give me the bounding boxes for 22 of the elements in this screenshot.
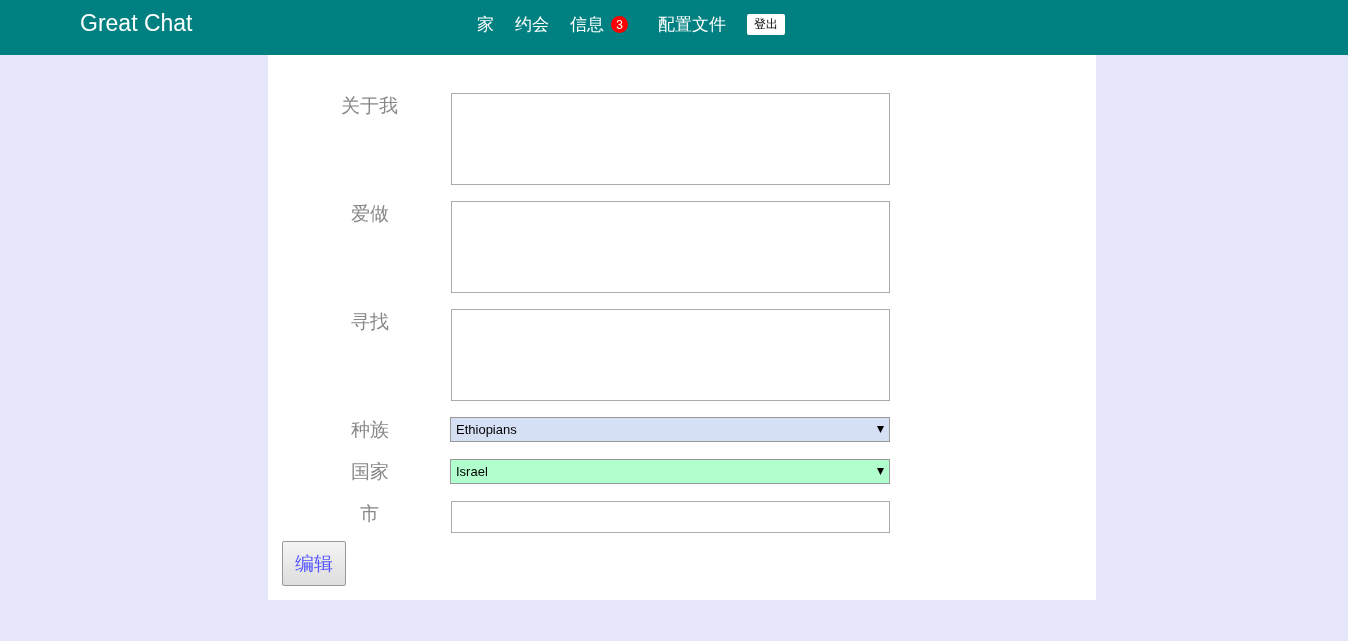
nav-link[interactable]: 家	[477, 13, 494, 36]
field-label: 关于我	[340, 93, 399, 118]
text-area[interactable]	[451, 309, 890, 401]
caret-icon	[877, 468, 884, 475]
text-area[interactable]	[451, 201, 890, 293]
field-label: 爱做	[349, 201, 390, 226]
field-label: 种族	[349, 417, 390, 442]
nav-link[interactable]: 配置文件	[658, 13, 726, 36]
dropdown[interactable]: Israel	[450, 459, 890, 484]
field-label: 市	[359, 501, 380, 526]
edit-button[interactable]: 编辑	[282, 541, 346, 586]
brand-title[interactable]: Great Chat	[80, 10, 477, 37]
input-field[interactable]	[451, 501, 890, 533]
count-badge: 3	[611, 16, 628, 33]
text-area[interactable]	[451, 93, 890, 185]
nav-link[interactable]: 信息	[570, 13, 604, 36]
field-label: 国家	[349, 459, 390, 484]
dropdown[interactable]: Ethiopians	[450, 417, 890, 442]
nav-link[interactable]: 约会	[515, 13, 549, 36]
field-label: 寻找	[349, 309, 390, 334]
caret-icon	[877, 426, 884, 433]
logout-button[interactable]: 登出	[747, 14, 785, 35]
